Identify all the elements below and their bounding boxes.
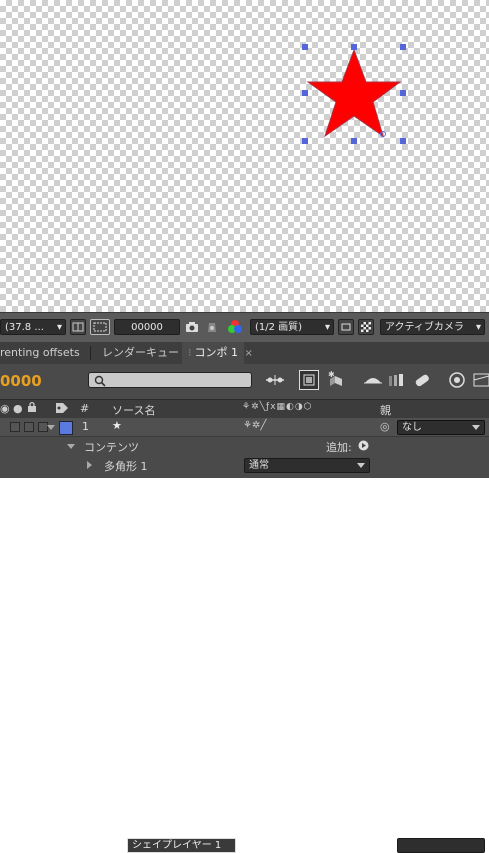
parent-select[interactable]: なし	[397, 420, 485, 435]
tab-label: レンダーキュー	[102, 346, 179, 359]
blend-mode-value: 通常	[249, 460, 269, 471]
layer-switch-icons[interactable]: ⚘✲╱	[243, 420, 266, 431]
contents-label: コンテンツ	[84, 441, 139, 454]
drag-grip-icon: ⁝	[188, 346, 192, 359]
handle-bottom-left[interactable]	[302, 138, 308, 144]
draft-3d-icon[interactable]	[299, 370, 319, 390]
tab-label: renting offsets	[0, 346, 80, 359]
comp-mini-flowchart-icon[interactable]	[264, 370, 284, 390]
timeline-current-time[interactable]: 0000	[0, 372, 42, 390]
tab-render-queue[interactable]: レンダーキュー	[96, 342, 179, 364]
camera-value: アクティブカメラ	[385, 322, 464, 333]
channels-icon[interactable]	[226, 319, 244, 335]
handle-bottom-center[interactable]	[351, 138, 357, 144]
pickwhip-icon[interactable]: ◎	[380, 420, 390, 433]
region-of-interest-icon[interactable]	[90, 319, 110, 335]
chevron-down-icon: ▾	[56, 322, 62, 333]
fast-previews-icon[interactable]	[338, 319, 354, 335]
graph-toggle-icon[interactable]	[472, 370, 489, 390]
handle-top-left[interactable]	[302, 44, 308, 50]
polygon-expand-triangle-icon[interactable]	[87, 461, 92, 469]
chevron-down-icon: ▾	[324, 322, 330, 333]
lock-icon[interactable]	[27, 401, 37, 416]
video-switch-box[interactable]	[10, 422, 20, 432]
polygon-label: 多角形 1	[104, 460, 148, 473]
camera-dropdown[interactable]: アクティブカメラ ▾	[380, 319, 485, 335]
add-menu-icon[interactable]	[358, 440, 369, 454]
tab-parenting-offsets[interactable]: renting offsets	[0, 342, 88, 364]
contents-row[interactable]: コンテンツ 追加:	[0, 437, 489, 455]
chevron-down-icon	[472, 425, 480, 430]
shy-layers-icon[interactable]: ✱	[326, 370, 346, 390]
blend-mode-select[interactable]: 通常	[244, 458, 370, 473]
resolution-value: (1/2 画質)	[255, 322, 303, 333]
composition-viewer[interactable]	[0, 0, 489, 312]
svg-text:✱: ✱	[328, 370, 335, 379]
solo-icon[interactable]: ●	[13, 402, 23, 415]
layer-name-field[interactable]: シェイプレイヤー 1	[127, 838, 236, 853]
chevron-down-icon: ▾	[475, 322, 481, 333]
layer-label-color[interactable]	[59, 421, 73, 435]
motion-blur-icon[interactable]	[386, 370, 406, 390]
handle-middle-left[interactable]	[302, 90, 308, 96]
brainstorm-icon[interactable]	[412, 370, 432, 390]
show-snapshot-icon[interactable]	[204, 319, 220, 335]
viewer-toolbar: (37.8 ... ▾ 00000 (1/2 画質) ▾ アクティブカメラ ▾	[0, 312, 489, 344]
timeline-search-input[interactable]	[88, 372, 252, 388]
layer-expand-triangle-icon[interactable]	[47, 425, 55, 430]
graph-editor-icon[interactable]	[446, 370, 466, 390]
tab-divider	[90, 346, 91, 360]
timeline-column-headers: ◉ ● # ソース名 ⚘✲╲ƒx▦◐◑⬡ 親	[0, 399, 489, 419]
search-icon	[94, 375, 106, 387]
handle-bottom-right[interactable]	[400, 138, 406, 144]
parent-dropdown[interactable]	[397, 838, 485, 853]
add-label: 追加:	[326, 441, 352, 454]
column-source-name[interactable]: ソース名	[112, 402, 155, 418]
layer-number: 1	[82, 420, 89, 433]
resolution-dropdown[interactable]: (1/2 画質) ▾	[250, 319, 334, 335]
transparency-grid-icon[interactable]	[358, 319, 374, 335]
video-switch-icon[interactable]: ◉	[0, 402, 10, 415]
contents-expand-triangle-icon[interactable]	[67, 444, 75, 449]
tab-label: コンポ 1	[194, 346, 239, 359]
switches-header-icons: ⚘✲╲ƒx▦◐◑⬡	[242, 402, 313, 412]
frame-blending-icon[interactable]	[362, 370, 382, 390]
zoom-dropdown[interactable]: (37.8 ... ▾	[0, 319, 66, 335]
handle-top-center[interactable]	[351, 44, 357, 50]
solo-switch-box[interactable]	[24, 422, 34, 432]
close-tab-icon[interactable]: ×	[245, 348, 253, 359]
star-polygon[interactable]	[306, 48, 402, 138]
zoom-value: (37.8 ...	[5, 322, 44, 333]
camera-snapshot-icon[interactable]	[184, 319, 200, 335]
grid-icon[interactable]	[70, 319, 86, 335]
handle-middle-right[interactable]	[400, 90, 406, 96]
tab-comp-1[interactable]: ⁝ コンポ 1 ×	[182, 342, 253, 364]
chevron-down-icon	[357, 463, 365, 468]
panel-tab-bar: renting offsets レンダーキュー ⁝ コンポ 1 ×	[0, 342, 489, 365]
column-number: #	[80, 402, 90, 415]
parent-value: なし	[402, 422, 422, 433]
current-time-field[interactable]: 00000	[114, 319, 180, 335]
column-parent: 親	[380, 404, 391, 417]
label-tag-icon[interactable]	[55, 402, 69, 417]
handle-top-right[interactable]	[400, 44, 406, 50]
star-shape[interactable]	[300, 42, 410, 146]
shape-star-icon: ★	[112, 419, 122, 432]
